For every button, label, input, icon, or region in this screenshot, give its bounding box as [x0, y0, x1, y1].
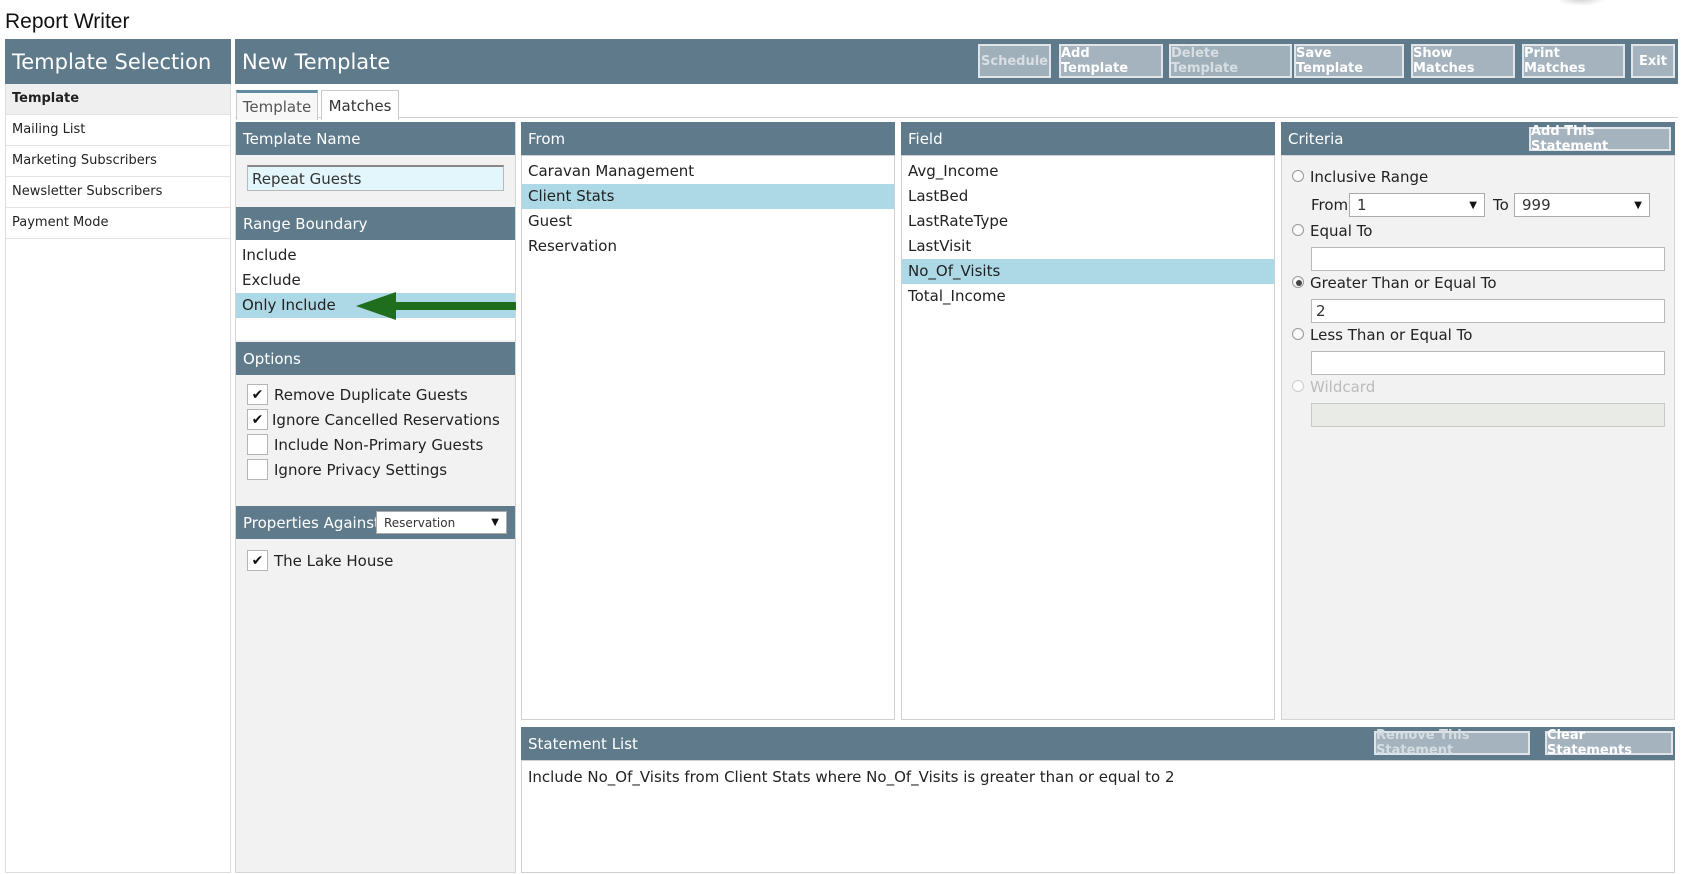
- range-from-value: 1: [1357, 196, 1367, 214]
- tab-divider: [235, 117, 1678, 118]
- less-equal-input[interactable]: [1311, 351, 1665, 375]
- less-equal-label: Less Than or Equal To: [1310, 326, 1473, 344]
- sidebar-title: Template Selection: [5, 39, 231, 84]
- option-label: Include Non-Primary Guests: [274, 436, 484, 454]
- radio-equal-to[interactable]: [1292, 224, 1304, 236]
- schedule-button[interactable]: Schedule: [978, 44, 1051, 78]
- clear-statements-button[interactable]: Clear Statements: [1545, 728, 1673, 758]
- sidebar-item-payment-mode[interactable]: Payment Mode: [6, 208, 230, 239]
- save-template-button[interactable]: Save Template: [1294, 44, 1404, 78]
- show-matches-button[interactable]: Show Matches: [1411, 44, 1515, 78]
- properties-select-value: Reservation: [384, 515, 456, 530]
- option-label: Ignore Cancelled Reservations: [272, 411, 500, 429]
- field-heading: Field: [901, 122, 1275, 155]
- equal-to-label: Equal To: [1310, 222, 1373, 240]
- statement-list: Include No_Of_Visits from Client Stats w…: [521, 760, 1675, 873]
- sidebar-item-mailing-list[interactable]: Mailing List: [6, 115, 230, 146]
- properties-select[interactable]: Reservation ▼: [376, 511, 507, 534]
- properties-label: Properties Against: [243, 513, 380, 532]
- corner-shadow: [1556, 0, 1606, 6]
- checkbox-the-lake-house[interactable]: ✔: [247, 550, 268, 571]
- from-label: From: [1311, 196, 1349, 214]
- field-item-lastratetype[interactable]: LastRateType: [902, 209, 1274, 234]
- field-item-avg-income[interactable]: Avg_Income: [902, 159, 1274, 184]
- from-item-client-stats[interactable]: Client Stats: [522, 184, 894, 209]
- sidebar-item-template[interactable]: Template: [6, 84, 230, 115]
- template-name-input[interactable]: Repeat Guests: [247, 165, 504, 191]
- statement-item[interactable]: Include No_Of_Visits from Client Stats w…: [522, 765, 1674, 790]
- radio-greater-than-or-equal[interactable]: [1292, 276, 1304, 288]
- field-list: Avg_Income LastBed LastRateType LastVisi…: [901, 155, 1275, 720]
- option-label: Remove Duplicate Guests: [274, 386, 468, 404]
- template-name-heading: Template Name: [236, 122, 515, 155]
- equal-to-input[interactable]: [1311, 247, 1665, 271]
- page-title: New Template: [242, 49, 391, 74]
- sidebar: Template Mailing List Marketing Subscrib…: [5, 84, 231, 873]
- statement-list-title: Statement List: [528, 734, 638, 753]
- greater-equal-label: Greater Than or Equal To: [1310, 274, 1497, 292]
- range-to-value: 999: [1522, 196, 1551, 214]
- arrow-left-icon: [356, 292, 516, 320]
- print-matches-button[interactable]: Print Matches: [1522, 44, 1625, 78]
- chevron-down-icon: ▼: [491, 517, 499, 528]
- radio-less-than-or-equal[interactable]: [1292, 328, 1304, 340]
- range-boundary-heading: Range Boundary: [236, 207, 515, 240]
- from-item-guest[interactable]: Guest: [522, 209, 894, 234]
- criteria-title: Criteria: [1288, 129, 1344, 148]
- property-label: The Lake House: [274, 552, 394, 570]
- checkbox-include-non-primary-guests[interactable]: [247, 434, 268, 455]
- radio-inclusive-range[interactable]: [1292, 170, 1304, 182]
- from-heading: From: [521, 122, 895, 155]
- remove-statement-button[interactable]: Remove This Statement: [1374, 728, 1530, 758]
- checkbox-ignore-cancelled-reservations[interactable]: ✔: [247, 409, 268, 430]
- sidebar-item-newsletter-subscribers[interactable]: Newsletter Subscribers: [6, 177, 230, 208]
- options-heading: Options: [236, 342, 515, 375]
- checkbox-ignore-privacy-settings[interactable]: [247, 459, 268, 480]
- to-label: To: [1493, 196, 1509, 214]
- from-list: Caravan Management Client Stats Guest Re…: [521, 155, 895, 720]
- wildcard-label: Wildcard: [1310, 378, 1376, 396]
- app-title: Report Writer: [5, 10, 130, 33]
- field-item-total-income[interactable]: Total_Income: [902, 284, 1274, 309]
- option-label: Ignore Privacy Settings: [274, 461, 448, 479]
- inclusive-range-label: Inclusive Range: [1310, 168, 1429, 186]
- tab-template[interactable]: Template: [236, 90, 318, 120]
- sidebar-item-marketing-subscribers[interactable]: Marketing Subscribers: [6, 146, 230, 177]
- field-item-no-of-visits[interactable]: No_Of_Visits: [902, 259, 1274, 284]
- radio-wildcard[interactable]: [1292, 380, 1304, 392]
- add-statement-button[interactable]: Add This Statement: [1529, 124, 1671, 154]
- field-item-lastvisit[interactable]: LastVisit: [902, 234, 1274, 259]
- range-option-include[interactable]: Include: [236, 243, 515, 268]
- range-from-select[interactable]: 1 ▼: [1349, 193, 1485, 217]
- chevron-down-icon: ▼: [1469, 199, 1477, 211]
- wildcard-input[interactable]: [1311, 403, 1665, 427]
- greater-equal-input[interactable]: 2: [1311, 299, 1665, 323]
- add-template-button[interactable]: Add Template: [1059, 44, 1163, 78]
- exit-button[interactable]: Exit: [1631, 44, 1675, 78]
- checkbox-remove-duplicate-guests[interactable]: ✔: [247, 384, 268, 405]
- from-item-caravan-management[interactable]: Caravan Management: [522, 159, 894, 184]
- chevron-down-icon: ▼: [1634, 199, 1642, 211]
- tab-matches[interactable]: Matches: [321, 90, 399, 120]
- delete-template-button[interactable]: Delete Template: [1169, 44, 1292, 78]
- from-item-reservation[interactable]: Reservation: [522, 234, 894, 259]
- field-item-lastbed[interactable]: LastBed: [902, 184, 1274, 209]
- range-to-select[interactable]: 999 ▼: [1514, 193, 1650, 217]
